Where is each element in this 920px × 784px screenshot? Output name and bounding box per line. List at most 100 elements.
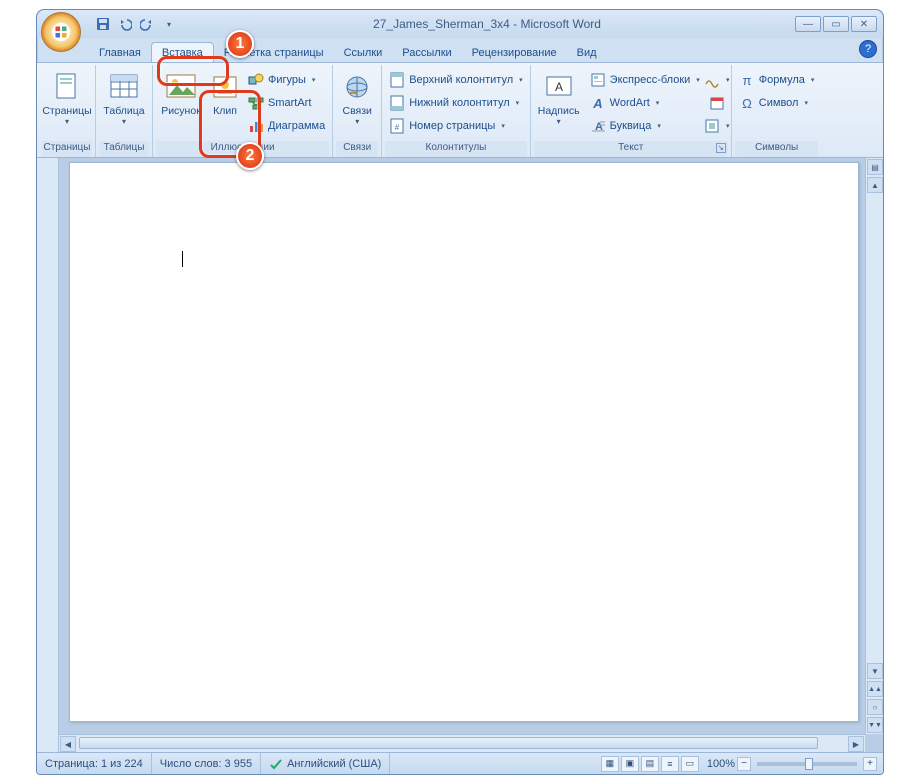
browse-prev[interactable]: ▲▲ bbox=[867, 681, 883, 697]
page-number-icon: # bbox=[389, 118, 405, 134]
title-bar: ▾ 27_James_Sherman_3x4 - Microsoft Word … bbox=[37, 10, 883, 38]
clip-icon bbox=[209, 71, 241, 103]
smartart-button[interactable]: SmartArt bbox=[244, 92, 329, 114]
dialog-launcher[interactable]: ↘ bbox=[716, 143, 726, 153]
browse-select[interactable]: ○ bbox=[867, 699, 883, 715]
view-outline[interactable]: ≡ bbox=[661, 756, 679, 772]
minimize-button[interactable]: — bbox=[795, 16, 821, 32]
group-symbols: π Формула▾ Ω Символ▾ Символы bbox=[732, 65, 822, 157]
tab-insert[interactable]: Вставка bbox=[151, 42, 214, 62]
symbol-icon: Ω bbox=[739, 95, 755, 111]
links-button[interactable]: Связи ▾ bbox=[336, 67, 378, 139]
tab-view[interactable]: Вид bbox=[567, 43, 607, 62]
qat-customize[interactable]: ▾ bbox=[159, 14, 179, 34]
header-icon bbox=[389, 72, 405, 88]
view-fullscreen[interactable]: ▣ bbox=[621, 756, 639, 772]
scroll-thumb[interactable] bbox=[79, 737, 818, 749]
window-controls: — ▭ ✕ bbox=[795, 16, 877, 32]
chart-button[interactable]: Диаграмма bbox=[244, 115, 329, 137]
svg-text:A: A bbox=[555, 80, 563, 94]
shapes-button[interactable]: Фигуры▾ bbox=[244, 69, 329, 91]
zoom-handle[interactable] bbox=[805, 758, 813, 770]
group-links: Связи ▾ Связи bbox=[333, 65, 382, 157]
view-draft[interactable]: ▭ bbox=[681, 756, 699, 772]
equation-button[interactable]: π Формула▾ bbox=[735, 69, 819, 91]
link-icon bbox=[341, 71, 373, 103]
zoom-out[interactable]: − bbox=[737, 757, 751, 771]
app-window: ▾ 27_James_Sherman_3x4 - Microsoft Word … bbox=[36, 9, 884, 775]
symbol-button[interactable]: Ω Символ▾ bbox=[735, 92, 819, 114]
browse-next[interactable]: ▼▼ bbox=[867, 717, 883, 733]
zoom-slider[interactable] bbox=[757, 762, 857, 766]
view-print-layout[interactable]: ▦ bbox=[601, 756, 619, 772]
wordart-button[interactable]: A WordArt▾ bbox=[586, 92, 704, 114]
signature-button[interactable]: ▾ bbox=[706, 69, 728, 91]
vertical-scrollbar[interactable]: ▤ ▲ ▼ ▲▲ ○ ▼▼ bbox=[865, 158, 883, 734]
svg-text:#: # bbox=[395, 123, 400, 132]
document-area: ▤ ▲ ▼ ▲▲ ○ ▼▼ ◀ ▶ bbox=[37, 158, 883, 752]
group-label: Таблицы bbox=[99, 141, 149, 157]
group-label: Текст↘ bbox=[534, 141, 728, 157]
signature-icon bbox=[704, 72, 720, 88]
quickparts-icon bbox=[590, 72, 606, 88]
scroll-right[interactable]: ▶ bbox=[848, 736, 864, 752]
tab-mailings[interactable]: Рассылки bbox=[392, 43, 461, 62]
document-viewport[interactable] bbox=[59, 158, 883, 752]
callout-badge-2: 2 bbox=[236, 142, 264, 170]
smartart-icon bbox=[248, 95, 264, 111]
table-icon bbox=[108, 71, 140, 103]
maximize-button[interactable]: ▭ bbox=[823, 16, 849, 32]
header-button[interactable]: Верхний колонтитул▾ bbox=[385, 69, 526, 91]
ruler-toggle[interactable]: ▤ bbox=[867, 159, 883, 175]
help-button[interactable]: ? bbox=[859, 40, 877, 58]
redo-button[interactable] bbox=[137, 14, 157, 34]
object-icon bbox=[704, 118, 720, 134]
vertical-ruler[interactable] bbox=[37, 158, 59, 752]
undo-button[interactable] bbox=[115, 14, 135, 34]
spellcheck-icon bbox=[269, 757, 283, 771]
zoom-in[interactable]: + bbox=[863, 757, 877, 771]
page-number-button[interactable]: # Номер страницы▾ bbox=[385, 115, 526, 137]
tab-home[interactable]: Главная bbox=[89, 43, 151, 62]
tab-review[interactable]: Рецензирование bbox=[462, 43, 567, 62]
status-page[interactable]: Страница: 1 из 224 bbox=[37, 753, 152, 774]
footer-icon bbox=[389, 95, 405, 111]
save-button[interactable] bbox=[93, 14, 113, 34]
page-icon bbox=[51, 71, 83, 103]
object-button[interactable]: ▾ bbox=[706, 115, 728, 137]
svg-text:Ω: Ω bbox=[742, 96, 752, 111]
quickparts-button[interactable]: Экспресс-блоки▾ bbox=[586, 69, 704, 91]
chart-icon bbox=[248, 118, 264, 134]
view-web[interactable]: ▤ bbox=[641, 756, 659, 772]
scroll-down[interactable]: ▼ bbox=[867, 663, 883, 679]
chevron-down-icon: ▾ bbox=[65, 117, 69, 126]
equation-icon: π bbox=[739, 72, 755, 88]
ribbon: Страницы ▾ Страницы Таблица ▾ Таблицы Ри bbox=[37, 62, 883, 158]
document-page[interactable] bbox=[69, 162, 859, 722]
chevron-down-icon: ▾ bbox=[122, 117, 126, 126]
pages-button[interactable]: Страницы ▾ bbox=[42, 67, 92, 139]
picture-icon bbox=[165, 71, 197, 103]
office-button[interactable] bbox=[41, 12, 81, 52]
tab-references[interactable]: Ссылки bbox=[334, 43, 393, 62]
table-button[interactable]: Таблица ▾ bbox=[99, 67, 149, 139]
close-button[interactable]: ✕ bbox=[851, 16, 877, 32]
shapes-icon bbox=[248, 72, 264, 88]
zoom-level[interactable]: 100% bbox=[707, 758, 735, 770]
svg-text:A: A bbox=[592, 96, 602, 111]
horizontal-scrollbar[interactable]: ◀ ▶ bbox=[59, 734, 865, 752]
footer-button[interactable]: Нижний колонтитул▾ bbox=[385, 92, 526, 114]
status-words[interactable]: Число слов: 3 955 bbox=[152, 753, 261, 774]
datetime-button[interactable] bbox=[706, 92, 728, 114]
scroll-up[interactable]: ▲ bbox=[867, 177, 883, 193]
scroll-left[interactable]: ◀ bbox=[60, 736, 76, 752]
window-title: 27_James_Sherman_3x4 - Microsoft Word bbox=[179, 17, 795, 31]
picture-button[interactable]: Рисунок bbox=[156, 67, 206, 139]
clip-button[interactable]: Клип bbox=[208, 67, 242, 139]
dropcap-button[interactable]: A Буквица▾ bbox=[586, 115, 704, 137]
ribbon-tabs: Главная Вставка Разметка страницы Ссылки… bbox=[37, 38, 883, 62]
wordart-icon: A bbox=[590, 95, 606, 111]
textbox-button[interactable]: A Надпись ▾ bbox=[534, 67, 584, 139]
status-language[interactable]: Английский (США) bbox=[261, 753, 390, 774]
datetime-icon bbox=[709, 95, 725, 111]
